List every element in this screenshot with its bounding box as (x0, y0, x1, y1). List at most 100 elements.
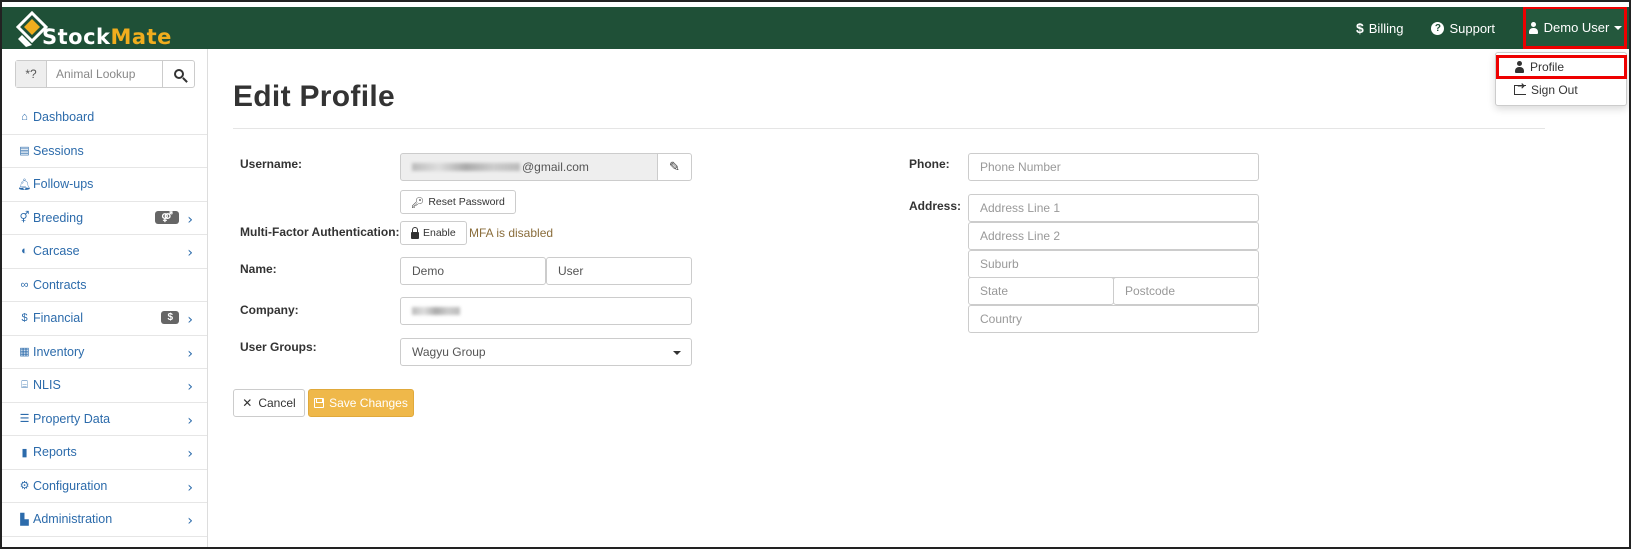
mfa-status: MFA is disabled (469, 226, 554, 240)
bank-icon: ⌸ (21, 378, 28, 391)
chevron-right-icon: › (187, 345, 193, 362)
support-label: Support (1449, 20, 1495, 36)
sidebar-item-configuration[interactable]: ⚙ Configuration › (2, 470, 207, 503)
chevron-right-icon: › (187, 312, 193, 328)
lookup-prefix[interactable]: *? (16, 61, 47, 87)
mfa-label: Multi-Factor Authentication: (240, 225, 400, 239)
financial-badge: $ (161, 311, 179, 324)
sidebar-item-contracts[interactable]: ∞ Contracts (2, 269, 207, 302)
support-link[interactable]: ? Support (1431, 21, 1495, 36)
sidebar-item-inventory[interactable]: ▦ Inventory › (2, 336, 207, 369)
sidebar-item-dashboard[interactable]: ⌂ Dashboard (2, 101, 207, 135)
user-groups-select[interactable]: Wagyu Group (400, 338, 692, 366)
meat-icon: ◐ (21, 245, 28, 258)
boxes-icon: ▦ (19, 346, 30, 359)
chevron-right-icon: › (187, 412, 193, 429)
billing-label: Billing (1368, 20, 1404, 36)
lookup-search-button[interactable] (162, 61, 194, 87)
country-input[interactable]: Country (968, 305, 1259, 333)
key-icon: 🔑︎ (411, 196, 425, 209)
cancel-button[interactable]: ✕ Cancel (233, 389, 305, 417)
breeding-badge: ⚤ (155, 210, 179, 224)
sidebar-item-sessions[interactable]: ▤ Sessions (2, 135, 207, 168)
user-dropdown: Profile Sign Out (1495, 52, 1627, 106)
company-redacted (412, 307, 460, 315)
sidebar-item-follow-ups[interactable]: 🔔︎ Follow-ups (2, 168, 207, 202)
username-redacted (412, 163, 520, 171)
address-label: Address: (909, 199, 962, 213)
sign-out-icon (1514, 81, 1526, 95)
chevron-right-icon: › (187, 479, 193, 496)
sign-out-menu-item[interactable]: Sign Out (1496, 79, 1626, 101)
main-content: Edit Profile Username: @gmail.com ✎ 🔑︎ R… (233, 49, 1629, 547)
home-icon: ⌂ (21, 111, 28, 124)
first-name-input[interactable]: Demo (400, 257, 546, 285)
chevron-right-icon: › (187, 379, 193, 395)
gender-icon: ⚥ (19, 212, 30, 225)
animal-lookup-input[interactable] (47, 61, 162, 87)
dollar-icon: $ (21, 312, 28, 325)
billing-link[interactable]: $ Billing (1356, 20, 1403, 36)
user-icon (1514, 61, 1525, 73)
reset-password-button[interactable]: 🔑︎ Reset Password (400, 190, 516, 214)
sidebar-menu: ⌂ Dashboard ▤ Sessions 🔔︎ Follow-ups ⚥ Breed… (2, 101, 207, 537)
dollar-icon: $ (1355, 20, 1364, 36)
company-label: Company: (240, 303, 299, 317)
chevron-right-icon: › (187, 446, 193, 462)
suburb-input[interactable]: Suburb (968, 250, 1259, 278)
user-name: Demo User (1543, 20, 1610, 35)
profile-menu-item[interactable]: Profile (1496, 55, 1627, 79)
last-name-input[interactable]: User (546, 257, 692, 285)
close-icon: ✕ (242, 396, 253, 410)
sidebar: *? ⌂Dashboard ▤Sessions 🔔︎Follow-ups ⚥Br… (2, 49, 208, 547)
save-icon (314, 398, 325, 408)
sidebar-item-administration[interactable]: ▙ Administration › (2, 503, 207, 537)
company-input[interactable] (400, 297, 692, 325)
name-label: Name: (240, 262, 277, 276)
app-frame: StockMate $ Billing ? Support Demo User … (0, 0, 1631, 549)
handshake-icon: ∞ (20, 278, 29, 291)
address-line1-input[interactable]: Address Line 1 (968, 194, 1259, 222)
phone-label: Phone: (909, 157, 950, 171)
bell-icon: 🔔︎ (17, 178, 32, 191)
sliders-icon: ☰ (19, 413, 30, 426)
username-label: Username: (240, 157, 303, 171)
building-icon: ▙ (20, 513, 29, 526)
caret-down-icon (1614, 25, 1623, 30)
username-field[interactable]: @gmail.com (400, 153, 658, 181)
page-title: Edit Profile (233, 80, 395, 113)
chevron-right-icon: › (187, 513, 193, 529)
pencil-icon: ✎ (669, 159, 680, 174)
profile-label: Profile (1530, 60, 1565, 74)
logo-text: StockMate (42, 25, 172, 49)
mfa-enable-button[interactable]: Enable (400, 221, 467, 245)
caret-down-icon (673, 351, 681, 355)
address-line2-input[interactable]: Address Line 2 (968, 222, 1259, 250)
sidebar-item-reports[interactable]: ▮ Reports › (2, 436, 207, 470)
user-icon (1528, 21, 1539, 34)
edit-username-button[interactable]: ✎ (657, 153, 692, 181)
title-divider (233, 128, 1545, 129)
search-icon (173, 69, 184, 79)
user-menu-toggle[interactable]: Demo User (1523, 7, 1627, 49)
stockmate-logo[interactable]: StockMate (16, 9, 172, 49)
phone-input[interactable]: Phone Number (968, 153, 1259, 181)
user-groups-label: User Groups: (240, 340, 317, 354)
chart-icon: ▮ (21, 446, 28, 459)
gear-icon: ⚙ (19, 480, 30, 493)
animal-lookup: *? (15, 60, 195, 88)
table-icon: ▤ (19, 145, 30, 158)
save-changes-button[interactable]: Save Changes (308, 389, 414, 417)
sidebar-item-financial[interactable]: $ Financial $ › (2, 302, 207, 336)
sidebar-item-nlis[interactable]: ⌸ NLIS › (2, 369, 207, 403)
lock-icon (411, 226, 419, 239)
postcode-input[interactable]: Postcode (1113, 277, 1259, 305)
state-input[interactable]: State (968, 277, 1114, 305)
top-navbar: StockMate $ Billing ? Support Demo User (2, 2, 1629, 49)
sidebar-item-breeding[interactable]: ⚥ Breeding ⚤ › (2, 202, 207, 235)
sidebar-item-property-data[interactable]: ☰ Property Data › (2, 403, 207, 436)
sidebar-item-carcase[interactable]: ◐ Carcase › (2, 235, 207, 269)
chevron-right-icon: › (187, 211, 193, 228)
question-icon: ? (1431, 21, 1445, 35)
sign-out-label: Sign Out (1531, 83, 1578, 97)
